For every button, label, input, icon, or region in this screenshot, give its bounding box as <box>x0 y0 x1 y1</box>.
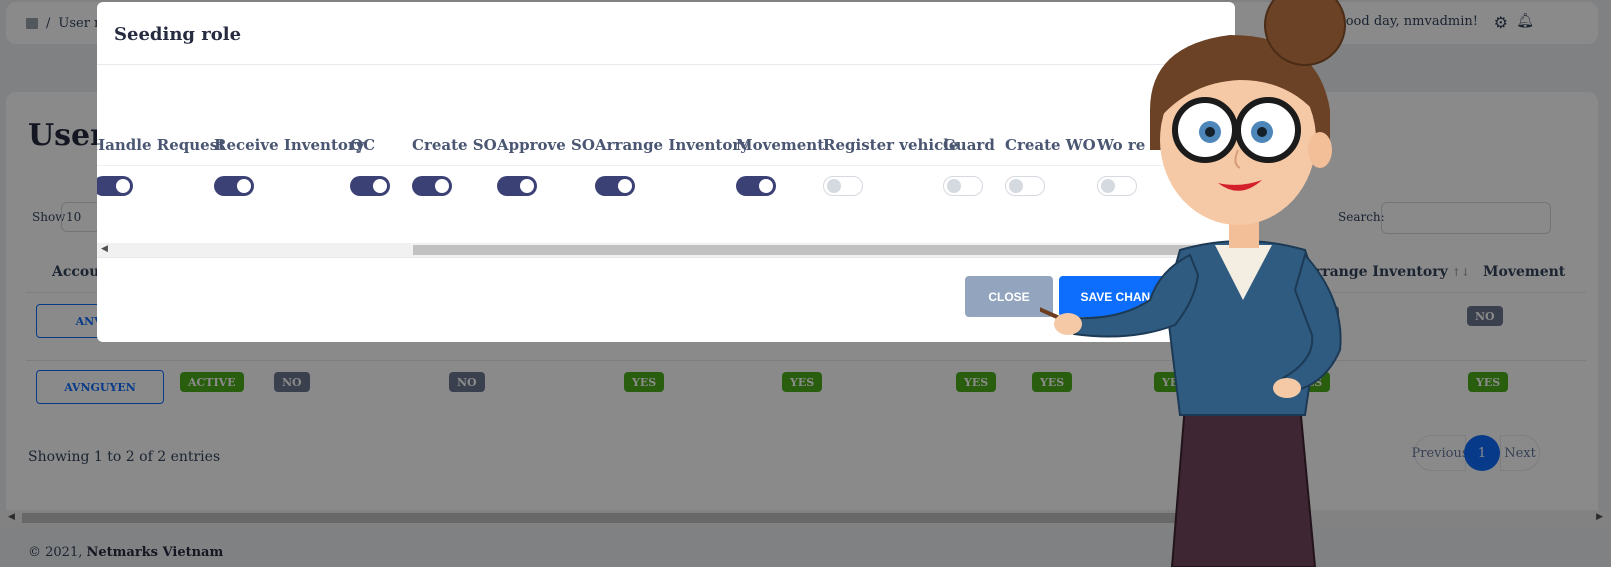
toggle-handle-request[interactable] <box>97 176 133 196</box>
scroll-left-arrow-icon[interactable]: ◀ <box>101 244 108 254</box>
col-guard: Guard <box>943 136 995 154</box>
toggle-receive-inventory[interactable] <box>214 176 254 196</box>
toggle-arrange-inventory[interactable] <box>595 176 635 196</box>
col-handle-request: Handle Request <box>97 136 226 154</box>
toggle-create-so[interactable] <box>412 176 452 196</box>
col-approve-so: Approve SO <box>497 136 595 154</box>
toggle-approve-so[interactable] <box>497 176 537 196</box>
col-arrange-inventory: Arrange Inventory <box>595 136 749 154</box>
modal-title: Seeding role <box>114 24 242 45</box>
toggle-movement[interactable] <box>736 176 776 196</box>
pointer-stick <box>1040 307 1066 322</box>
col-create-so: Create SO <box>412 136 497 154</box>
toggle-qc[interactable] <box>350 176 390 196</box>
col-register-vehicle: Register vehicle <box>823 136 959 154</box>
col-qc: QC <box>350 136 376 154</box>
toggle-register-vehicle[interactable] <box>823 176 863 196</box>
col-receive-inventory: Receive Inventory <box>214 136 365 154</box>
toggle-guard[interactable] <box>943 176 983 196</box>
teacher-mascot-illustration <box>1040 0 1346 567</box>
toggle-create-wo[interactable] <box>1005 176 1045 196</box>
col-movement: Movement <box>736 136 825 154</box>
